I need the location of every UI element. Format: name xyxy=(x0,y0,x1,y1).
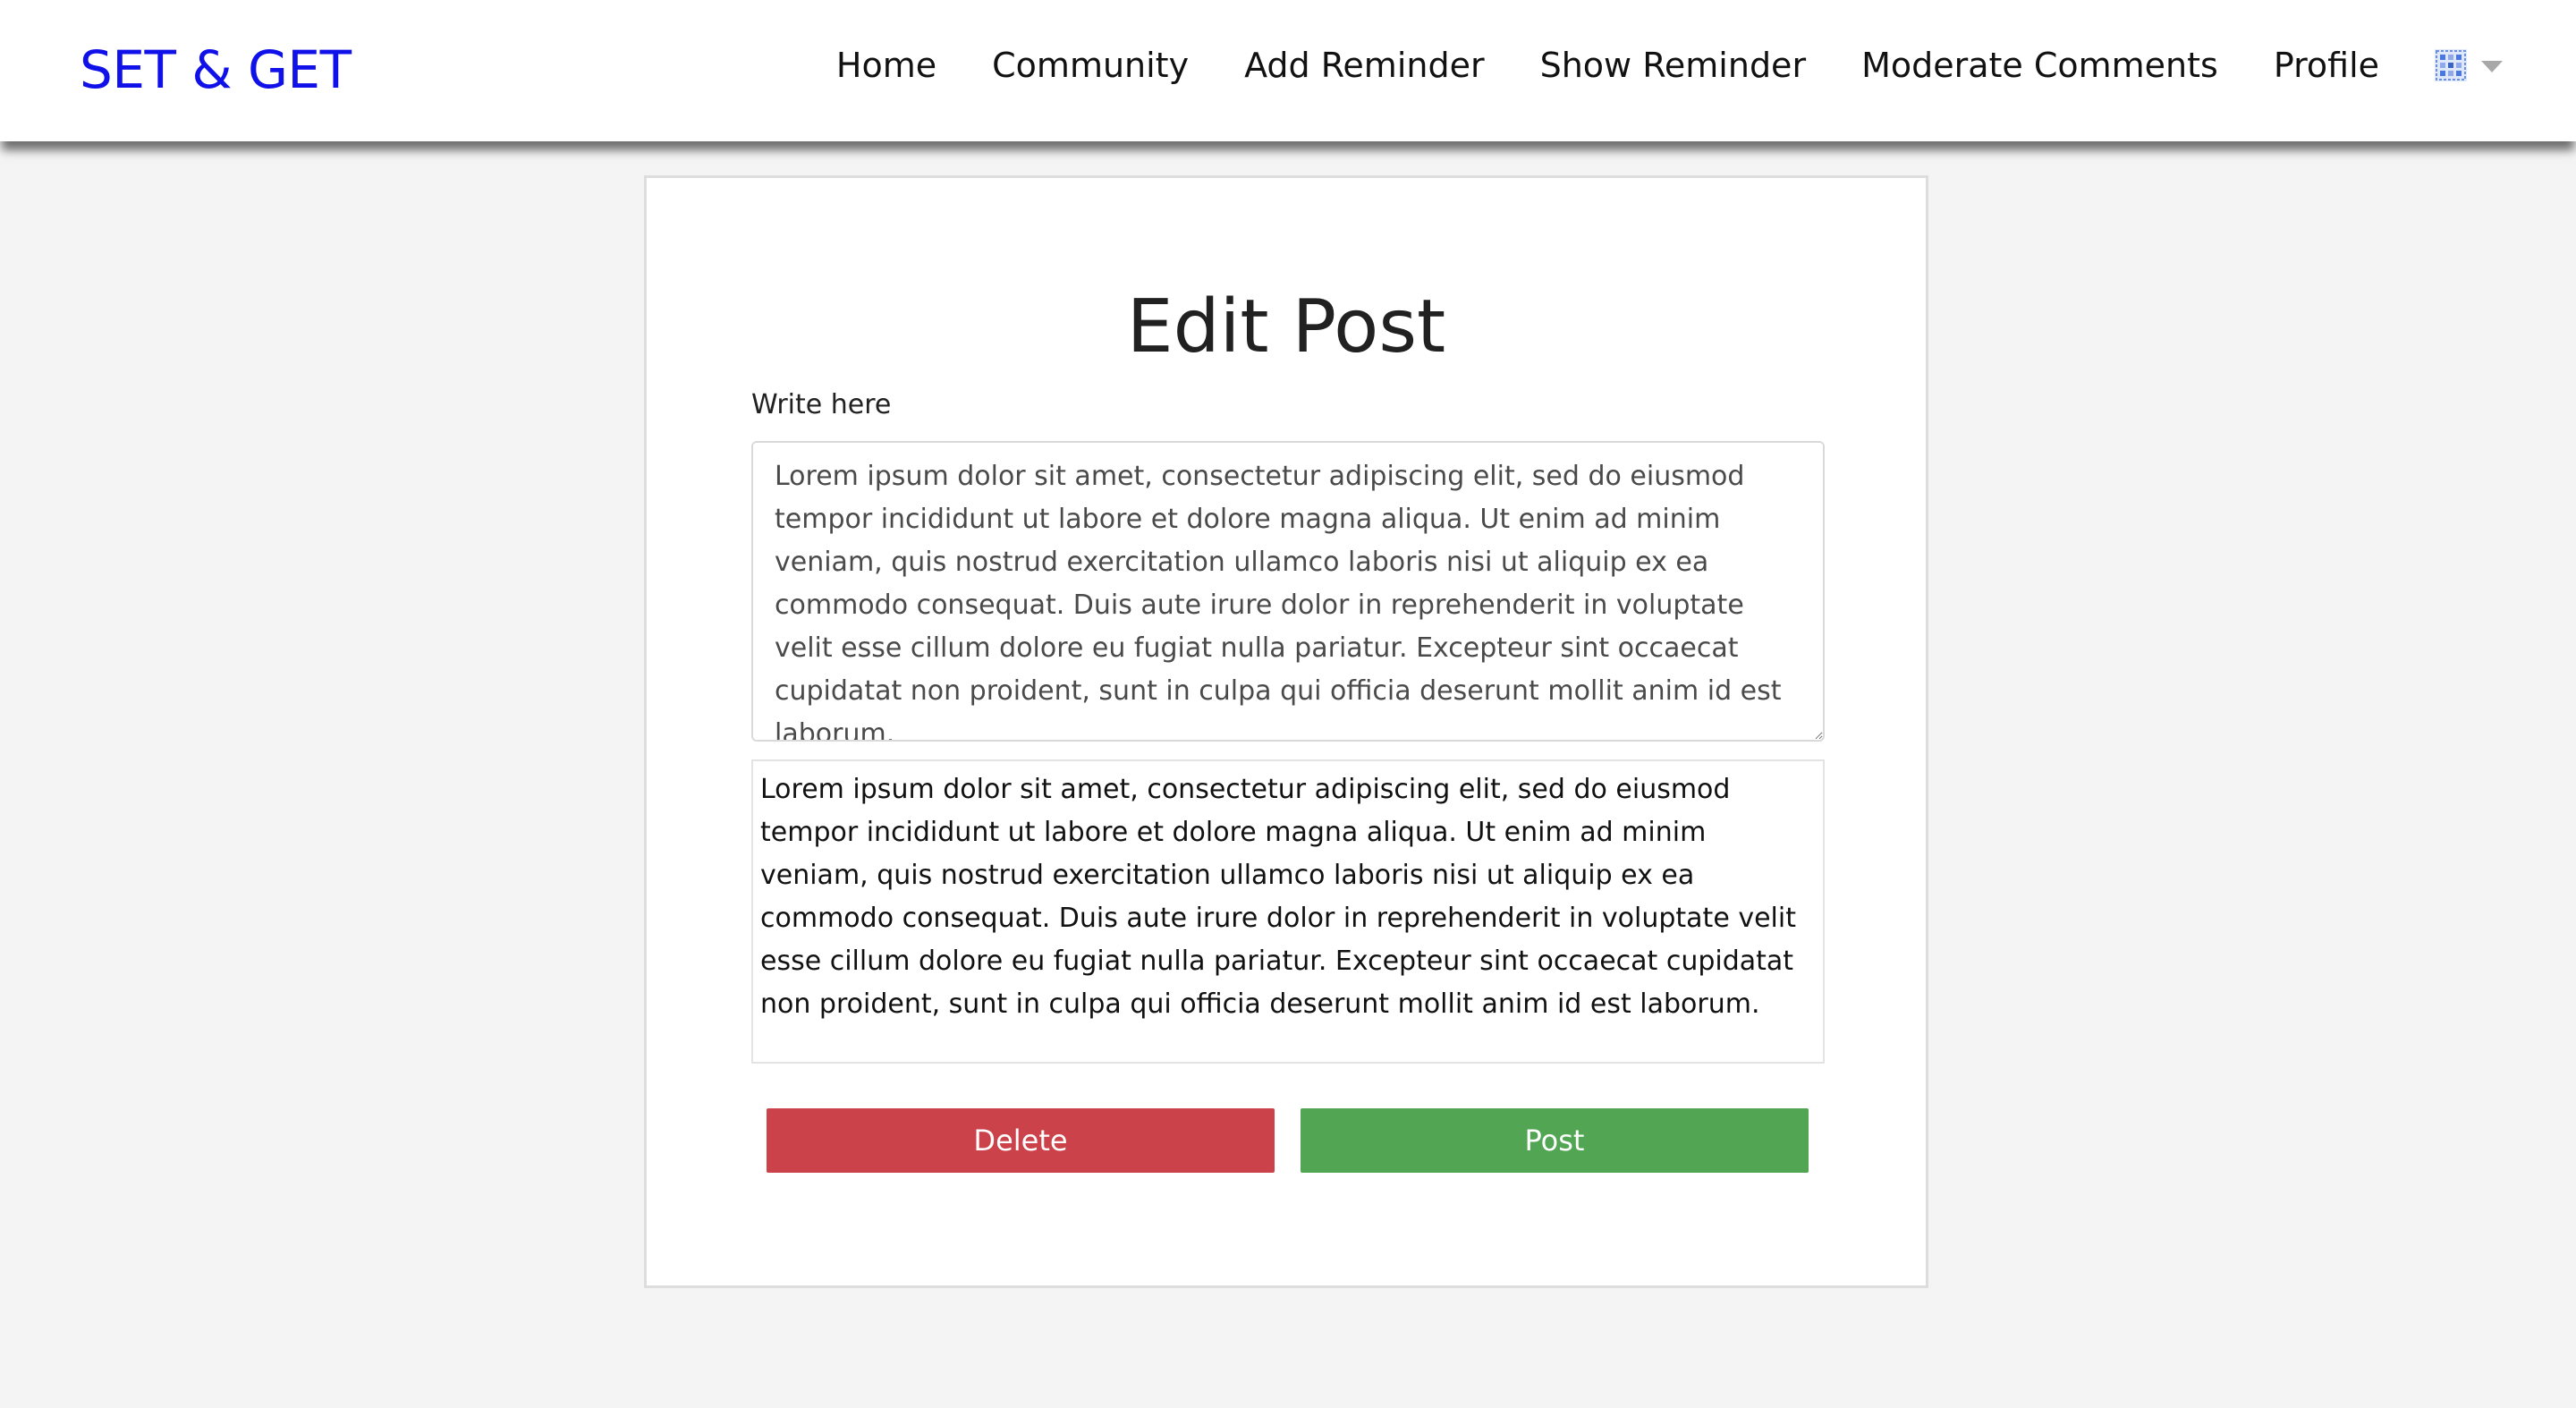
language-dropdown-toggle[interactable] xyxy=(2435,49,2503,81)
nav-link-moderate-comments[interactable]: Moderate Comments xyxy=(1861,46,2218,85)
post-field-label: Write here xyxy=(751,389,892,420)
nav-link-home[interactable]: Home xyxy=(836,46,936,85)
caret-down-icon xyxy=(2481,60,2503,72)
post-textarea[interactable]: Lorem ipsum dolor sit amet, consectetur … xyxy=(751,441,1825,742)
flag-icon xyxy=(2435,49,2467,81)
delete-button[interactable]: Delete xyxy=(767,1108,1275,1173)
nav-link-add-reminder[interactable]: Add Reminder xyxy=(1244,46,1485,85)
nav-link-community[interactable]: Community xyxy=(992,46,1189,85)
edit-post-card: Edit Post Write here Lorem ipsum dolor s… xyxy=(644,175,1928,1288)
nav-link-show-reminder[interactable]: Show Reminder xyxy=(1540,46,1806,85)
nav-links: Home Community Add Reminder Show Reminde… xyxy=(836,0,2576,131)
page-title: Edit Post xyxy=(1126,284,1446,369)
brand-logo[interactable]: SET & GET xyxy=(80,34,352,106)
post-button[interactable]: Post xyxy=(1301,1108,1809,1173)
navbar: SET & GET Home Community Add Reminder Sh… xyxy=(0,0,2576,141)
post-preview: Lorem ipsum dolor sit amet, consectetur … xyxy=(751,759,1825,1064)
nav-link-profile[interactable]: Profile xyxy=(2274,46,2379,85)
